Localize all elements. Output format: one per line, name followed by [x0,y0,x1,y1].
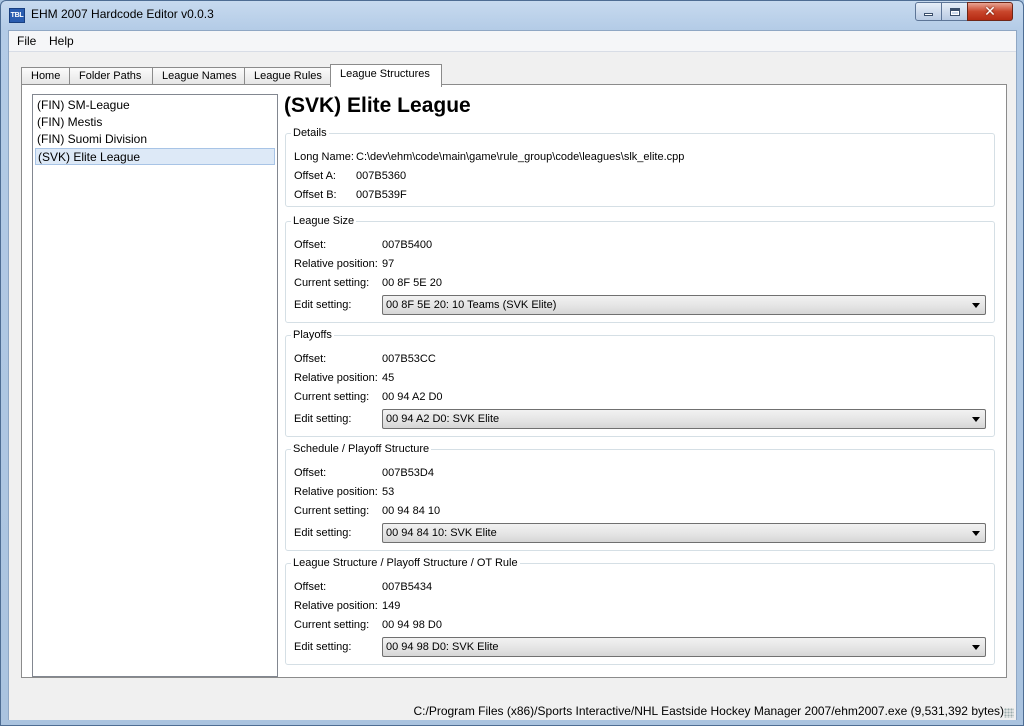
details-group: Details Long Name: C:\dev\ehm\code\main\… [285,127,995,207]
group-legend: Details [291,127,329,139]
current-setting-value: 00 94 98 D0 [382,619,442,631]
edit-setting-label: Edit setting: [294,299,352,311]
group-legend: Schedule / Playoff Structure [291,443,432,455]
playoffs-group: Playoffs Offset: 007B53CC Relative posit… [285,329,995,437]
relative-position-value: 53 [382,486,395,498]
menu-bar: File Help [9,31,1016,52]
league-structure-ot-rule-group: League Structure / Playoff Structure / O… [285,557,995,665]
long-name-label: Long Name: [294,151,354,163]
resize-grip-icon[interactable] [1004,708,1014,718]
dropdown-arrow-icon [972,531,980,536]
close-button[interactable]: ✕ [967,2,1013,21]
tab-league-structures[interactable]: League Structures [330,64,442,87]
current-setting-label: Current setting: [294,277,370,289]
league-list[interactable]: (FIN) SM-League (FIN) Mestis (FIN) Suomi… [32,94,278,677]
long-name-value: C:\dev\ehm\code\main\game\rule_group\cod… [356,151,685,163]
current-setting-value: 00 94 A2 D0 [382,391,443,403]
tbl-app-icon[interactable]: TBL [9,8,25,23]
league-structures-panel: (FIN) SM-League (FIN) Mestis (FIN) Suomi… [21,84,1007,678]
relative-position-label: Relative position: [294,600,378,612]
current-setting-label: Current setting: [294,619,370,631]
title-bar[interactable]: TBL EHM 2007 Hardcode Editor v0.0.3 ✕ [1,1,1023,29]
edit-setting-label: Edit setting: [294,641,352,653]
offset-label: Offset: [294,353,327,365]
group-legend: Playoffs [291,329,334,341]
current-setting-value: 00 94 84 10 [382,505,441,517]
dropdown-value: 00 8F 5E 20: 10 Teams (SVK Elite) [386,299,557,311]
offset-b-label: Offset B: [294,189,337,201]
edit-setting-label: Edit setting: [294,527,352,539]
league-size-group: League Size Offset: 007B5400 Relative po… [285,215,995,323]
offset-b-value: 007B539F [356,189,407,201]
list-item[interactable]: (FIN) Suomi Division [35,131,275,148]
edit-setting-dropdown[interactable]: 00 94 98 D0: SVK Elite [382,637,986,657]
edit-setting-dropdown[interactable]: 00 8F 5E 20: 10 Teams (SVK Elite) [382,295,986,315]
maximize-button[interactable] [941,2,968,21]
offset-label: Offset: [294,467,327,479]
relative-position-label: Relative position: [294,486,378,498]
close-icon: ✕ [984,3,996,20]
dropdown-arrow-icon [972,417,980,422]
menu-help[interactable]: Help [45,34,78,48]
minimize-icon [924,13,933,16]
relative-position-value: 97 [382,258,395,270]
relative-position-label: Relative position: [294,372,378,384]
edit-setting-dropdown[interactable]: 00 94 84 10: SVK Elite [382,523,986,543]
maximize-icon [949,7,960,16]
current-setting-label: Current setting: [294,391,370,403]
offset-value: 007B5400 [382,239,433,251]
offset-value: 007B5434 [382,581,433,593]
client-area: File Help Home Folder Paths League Names… [8,30,1017,720]
edit-setting-dropdown[interactable]: 00 94 A2 D0: SVK Elite [382,409,986,429]
offset-a-label: Offset A: [294,170,336,182]
dropdown-value: 00 94 A2 D0: SVK Elite [386,413,500,425]
edit-setting-label: Edit setting: [294,413,352,425]
relative-position-value: 149 [382,600,401,612]
list-item[interactable]: (FIN) Mestis [35,114,275,131]
group-legend: League Structure / Playoff Structure / O… [291,557,520,569]
status-text: C:/Program Files (x86)/Sports Interactiv… [413,704,1004,718]
list-item[interactable]: (FIN) SM-League [35,97,275,114]
schedule-playoff-structure-group: Schedule / Playoff Structure Offset: 007… [285,443,995,551]
current-setting-value: 00 8F 5E 20 [382,277,442,289]
window-title: EHM 2007 Hardcode Editor v0.0.3 [31,7,214,21]
minimize-button[interactable] [915,2,942,21]
app-window: TBL EHM 2007 Hardcode Editor v0.0.3 ✕ Fi… [0,0,1024,726]
offset-value: 007B53CC [382,353,436,365]
current-setting-label: Current setting: [294,505,370,517]
dropdown-arrow-icon [972,645,980,650]
list-item-selected[interactable]: (SVK) Elite League [35,148,275,165]
dropdown-value: 00 94 84 10: SVK Elite [386,527,497,539]
offset-label: Offset: [294,239,327,251]
offset-value: 007B53D4 [382,467,434,479]
league-title: (SVK) Elite League [284,94,471,117]
dropdown-arrow-icon [972,303,980,308]
relative-position-value: 45 [382,372,395,384]
dropdown-value: 00 94 98 D0: SVK Elite [386,641,499,653]
offset-label: Offset: [294,581,327,593]
offset-a-value: 007B5360 [356,170,407,182]
menu-file[interactable]: File [13,34,40,48]
status-bar: C:/Program Files (x86)/Sports Interactiv… [9,701,1016,720]
relative-position-label: Relative position: [294,258,378,270]
group-legend: League Size [291,215,357,227]
